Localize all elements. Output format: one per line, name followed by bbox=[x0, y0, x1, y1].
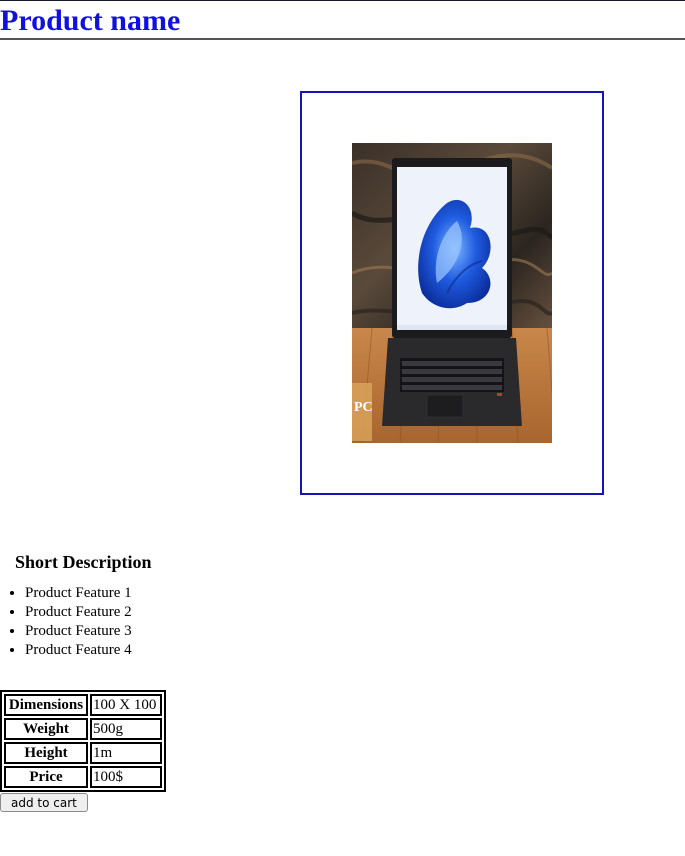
list-item: Product Feature 3 bbox=[25, 622, 132, 641]
table-row: Weight 500g bbox=[4, 718, 162, 740]
list-item: Product Feature 1 bbox=[25, 584, 132, 603]
spec-label: Dimensions bbox=[4, 694, 88, 716]
svg-text:PC: PC bbox=[354, 400, 373, 415]
spec-label: Height bbox=[4, 742, 88, 764]
spec-value: 100$ bbox=[90, 766, 162, 788]
table-row: Height 1m bbox=[4, 742, 162, 764]
short-description-heading: Short Description bbox=[15, 552, 152, 572]
table-row: Dimensions 100 X 100 bbox=[4, 694, 162, 716]
product-page: Product name PC Short Description • Prod… bbox=[0, 0, 685, 856]
specs-table: Dimensions 100 X 100 Weight 500g Height … bbox=[0, 690, 166, 792]
spec-value: 100 X 100 bbox=[90, 694, 162, 716]
list-item: Product Feature 4 bbox=[25, 641, 132, 660]
add-to-cart-button[interactable]: add to cart bbox=[0, 793, 88, 812]
table-row: Price 100$ bbox=[4, 766, 162, 788]
product-image: PC bbox=[352, 143, 552, 443]
spec-label: Price bbox=[4, 766, 88, 788]
list-item: Product Feature 2 bbox=[25, 603, 132, 622]
product-image-frame: PC bbox=[300, 91, 604, 495]
spec-label: Weight bbox=[4, 718, 88, 740]
page-title: Product name bbox=[0, 4, 181, 37]
page-header: Product name bbox=[0, 0, 685, 40]
spec-value: 1m bbox=[90, 742, 162, 764]
spec-value: 500g bbox=[90, 718, 162, 740]
feature-list: Product Feature 1 Product Feature 2 Prod… bbox=[0, 584, 132, 660]
